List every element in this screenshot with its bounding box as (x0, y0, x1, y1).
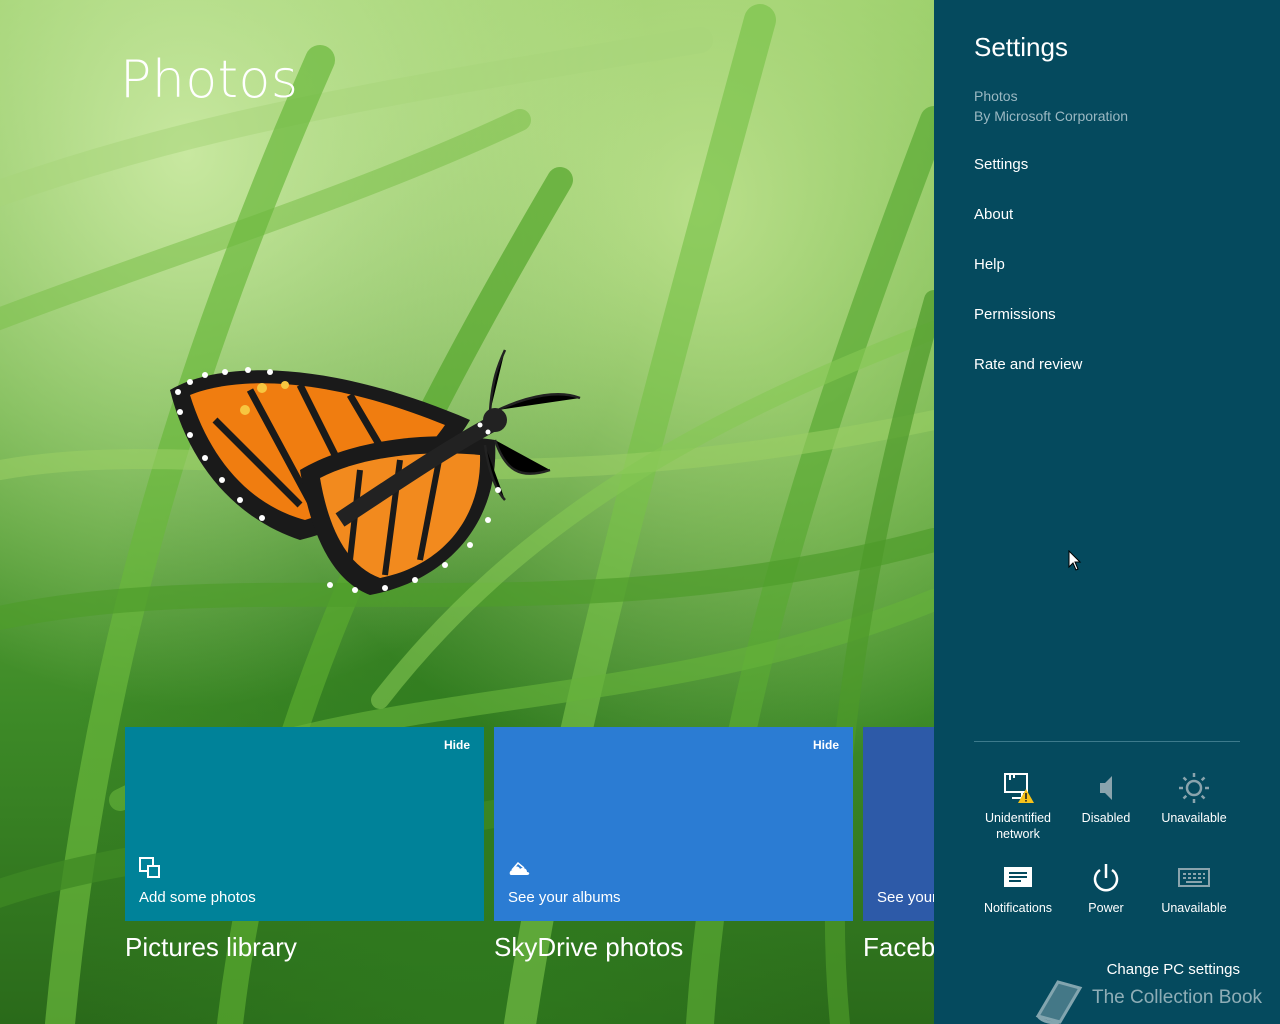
divider (974, 741, 1240, 742)
charm-app-info: Photos By Microsoft Corporation (974, 86, 1128, 126)
charm-menu: Settings About Help Permissions Rate and… (974, 154, 1082, 404)
charm-title: Settings (974, 32, 1068, 62)
menu-item-help[interactable]: Help (974, 254, 1082, 304)
tile-pictures-library[interactable]: Hide Add some photos (125, 727, 484, 921)
speaker-icon (1100, 776, 1112, 800)
quick-setting-network[interactable]: Unidentified network (974, 772, 1062, 842)
menu-item-permissions[interactable]: Permissions (974, 304, 1082, 354)
tile-label: See your (877, 889, 934, 906)
quick-setting-label: Notifications (983, 901, 1053, 915)
network-warning-icon (1004, 773, 1034, 803)
devices-icon (139, 857, 160, 878)
quick-setting-label: Disabled (1081, 811, 1131, 825)
notifications-icon (1004, 867, 1032, 887)
tile-caption: Faceb (863, 932, 934, 962)
app-title: Photos (120, 50, 299, 110)
tile-label: Add some photos (139, 889, 256, 906)
charm-publisher: By Microsoft Corporation (974, 108, 1129, 124)
quick-setting-keyboard[interactable]: Unavailable (1150, 862, 1238, 916)
quick-setting-power[interactable]: Power (1062, 862, 1150, 916)
quick-setting-brightness[interactable]: Unavailable (1150, 772, 1238, 826)
keyboard-icon (1178, 868, 1210, 887)
tile-skydrive-photos[interactable]: Hide See your albums (494, 727, 853, 921)
quick-setting-label: Power (1088, 901, 1124, 915)
quick-setting-notifications[interactable]: Notifications (974, 862, 1062, 916)
quick-setting-label: Unidentified network (984, 811, 1051, 841)
hide-button[interactable]: Hide (444, 738, 470, 752)
mouse-cursor-icon (1068, 550, 1082, 571)
menu-item-rate-and-review[interactable]: Rate and review (974, 354, 1082, 404)
quick-setting-label: Unavailable (1161, 901, 1227, 915)
hide-button[interactable]: Hide (813, 738, 839, 752)
quick-setting-label: Unavailable (1161, 811, 1227, 825)
tile-caption: Pictures library (125, 932, 297, 962)
tile-facebook-photos[interactable]: See your (863, 727, 934, 921)
tile-caption: SkyDrive photos (494, 932, 684, 962)
power-icon (1093, 864, 1119, 892)
menu-item-settings[interactable]: Settings (974, 154, 1082, 204)
menu-item-about[interactable]: About (974, 204, 1082, 254)
tile-label: See your albums (508, 889, 621, 906)
charm-app-name: Photos (974, 88, 1018, 104)
quick-setting-volume[interactable]: Disabled (1062, 772, 1150, 826)
settings-charm-panel: Settings Photos By Microsoft Corporation… (934, 0, 1280, 1024)
skydrive-cloud-icon (509, 861, 530, 875)
watermark-text: The Collection Book (1092, 987, 1263, 1008)
brightness-icon (1179, 773, 1209, 803)
